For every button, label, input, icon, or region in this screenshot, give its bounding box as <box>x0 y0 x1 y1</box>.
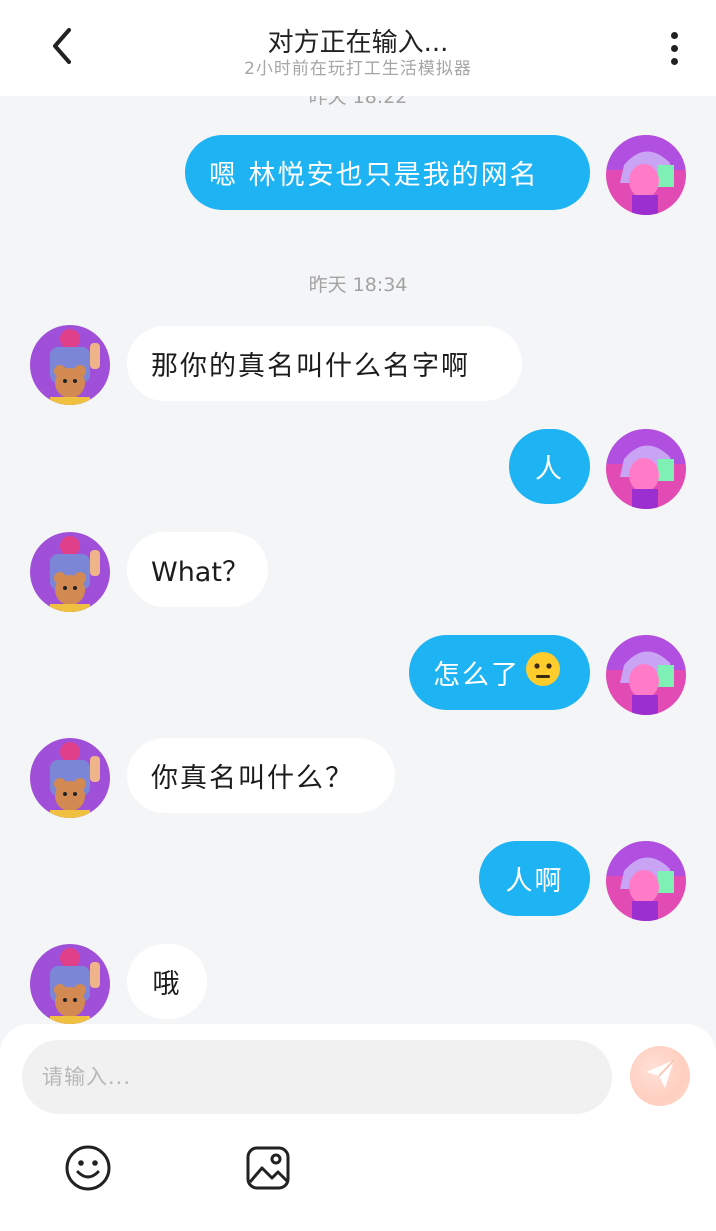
send-icon <box>643 1057 677 1095</box>
send-button[interactable] <box>630 1046 690 1106</box>
my-avatar[interactable] <box>606 429 686 509</box>
message-bubble-outgoing[interactable]: 怎么了 <box>409 635 590 710</box>
contact-avatar[interactable] <box>30 532 110 612</box>
message-list[interactable]: 昨天 18:22 嗯 林悦安也只是我的网名 昨天 18:34 那你的真名叫什么名… <box>0 0 716 1024</box>
timestamp: 昨天 18:34 <box>308 274 408 296</box>
my-avatar[interactable] <box>606 841 686 921</box>
neutral-face-emoji <box>524 650 562 695</box>
message-bubble-incoming[interactable]: 你真名叫什么？ <box>127 738 395 813</box>
message-bubble-incoming[interactable]: 那你的真名叫什么名字啊 <box>127 326 522 401</box>
more-vertical-icon <box>670 31 678 39</box>
more-options-button[interactable] <box>654 26 694 70</box>
chat-subtitle: 2小时前在玩打工生活模拟器 <box>244 59 472 79</box>
more-vertical-icon <box>670 44 678 52</box>
message-bubble-outgoing[interactable]: 嗯 林悦安也只是我的网名 <box>185 135 590 210</box>
chat-header: 对方正在输入... 2小时前在玩打工生活模拟器 <box>0 0 716 96</box>
smiley-icon <box>64 1144 112 1196</box>
message-bubble-outgoing[interactable]: 人啊 <box>479 841 590 916</box>
my-avatar[interactable] <box>606 635 686 715</box>
contact-avatar[interactable] <box>30 325 110 405</box>
message-text: 怎么了 <box>433 660 520 691</box>
contact-avatar[interactable] <box>30 944 110 1024</box>
more-vertical-icon <box>670 57 678 65</box>
message-bubble-incoming[interactable]: 哦 <box>127 944 207 1019</box>
my-avatar[interactable] <box>606 135 686 215</box>
message-bubble-outgoing[interactable]: 人 <box>509 429 590 504</box>
emoji-button[interactable] <box>62 1144 114 1196</box>
image-button[interactable] <box>242 1144 294 1196</box>
image-icon <box>244 1144 292 1196</box>
message-input[interactable] <box>22 1040 612 1114</box>
contact-avatar[interactable] <box>30 738 110 818</box>
composer <box>0 1024 716 1231</box>
message-bubble-incoming[interactable]: What？ <box>127 532 268 607</box>
